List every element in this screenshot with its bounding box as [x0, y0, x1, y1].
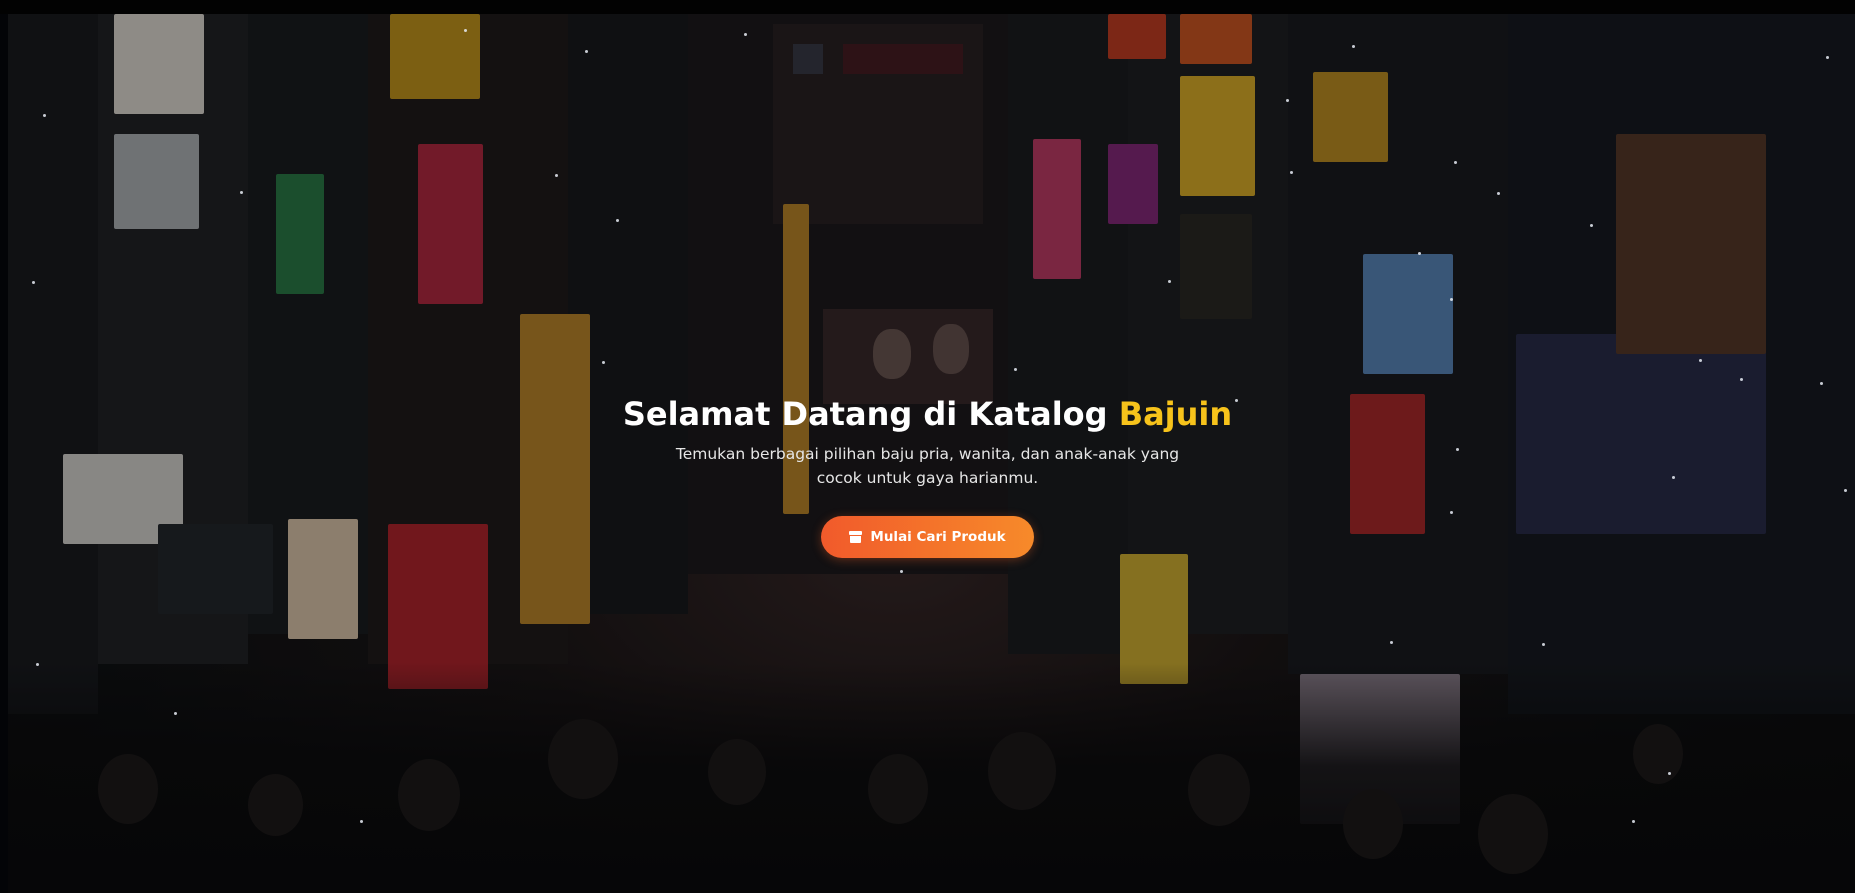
sparkle-dot — [1286, 99, 1289, 102]
sparkle-dot — [602, 361, 605, 364]
start-browsing-label: Mulai Cari Produk — [870, 529, 1006, 545]
sparkle-dot — [1454, 161, 1457, 164]
hero-subtitle: Temukan berbagai pilihan baju pria, wani… — [675, 445, 1180, 487]
sparkle-dot — [1390, 641, 1393, 644]
start-browsing-button[interactable]: Mulai Cari Produk — [821, 516, 1034, 558]
store-icon — [849, 531, 863, 543]
sparkle-dot — [1590, 224, 1593, 227]
sparkle-dot — [1418, 252, 1421, 255]
sparkle-dot — [1542, 643, 1545, 646]
sparkle-dot — [1632, 820, 1635, 823]
sparkle-dot — [900, 570, 903, 573]
top-strip — [0, 0, 1855, 14]
sparkle-dot — [1497, 192, 1500, 195]
sparkle-dot — [1826, 56, 1829, 59]
sparkle-dot — [1820, 382, 1823, 385]
sparkle-dot — [360, 820, 363, 823]
hero-title-brand: Bajuin — [1118, 395, 1233, 433]
sparkle-dot — [32, 281, 35, 284]
sparkle-dot — [240, 191, 243, 194]
sparkle-dot — [43, 114, 46, 117]
sparkle-dot — [585, 50, 588, 53]
sparkle-dot — [616, 219, 619, 222]
sparkle-dot — [1740, 378, 1743, 381]
sparkle-dot — [555, 174, 558, 177]
sparkle-dot — [1290, 171, 1293, 174]
sparkle-dot — [1699, 359, 1702, 362]
sparkle-dot — [1668, 772, 1671, 775]
hero-section: Selamat Datang di Katalog Bajuin Temukan… — [0, 0, 1855, 893]
hero-title-prefix: Selamat Datang di Katalog — [622, 395, 1119, 433]
sparkle-dot — [1450, 298, 1453, 301]
sparkle-dot — [1014, 368, 1017, 371]
sparkle-dot — [464, 29, 467, 32]
sparkle-dot — [36, 663, 39, 666]
sparkle-dot — [1352, 45, 1355, 48]
hero-title: Selamat Datang di Katalog Bajuin — [0, 392, 1855, 436]
sparkle-dot — [744, 33, 747, 36]
hero-content: Selamat Datang di Katalog Bajuin Temukan… — [0, 392, 1855, 558]
sparkle-dot — [1168, 280, 1171, 283]
sparkle-dot — [174, 712, 177, 715]
